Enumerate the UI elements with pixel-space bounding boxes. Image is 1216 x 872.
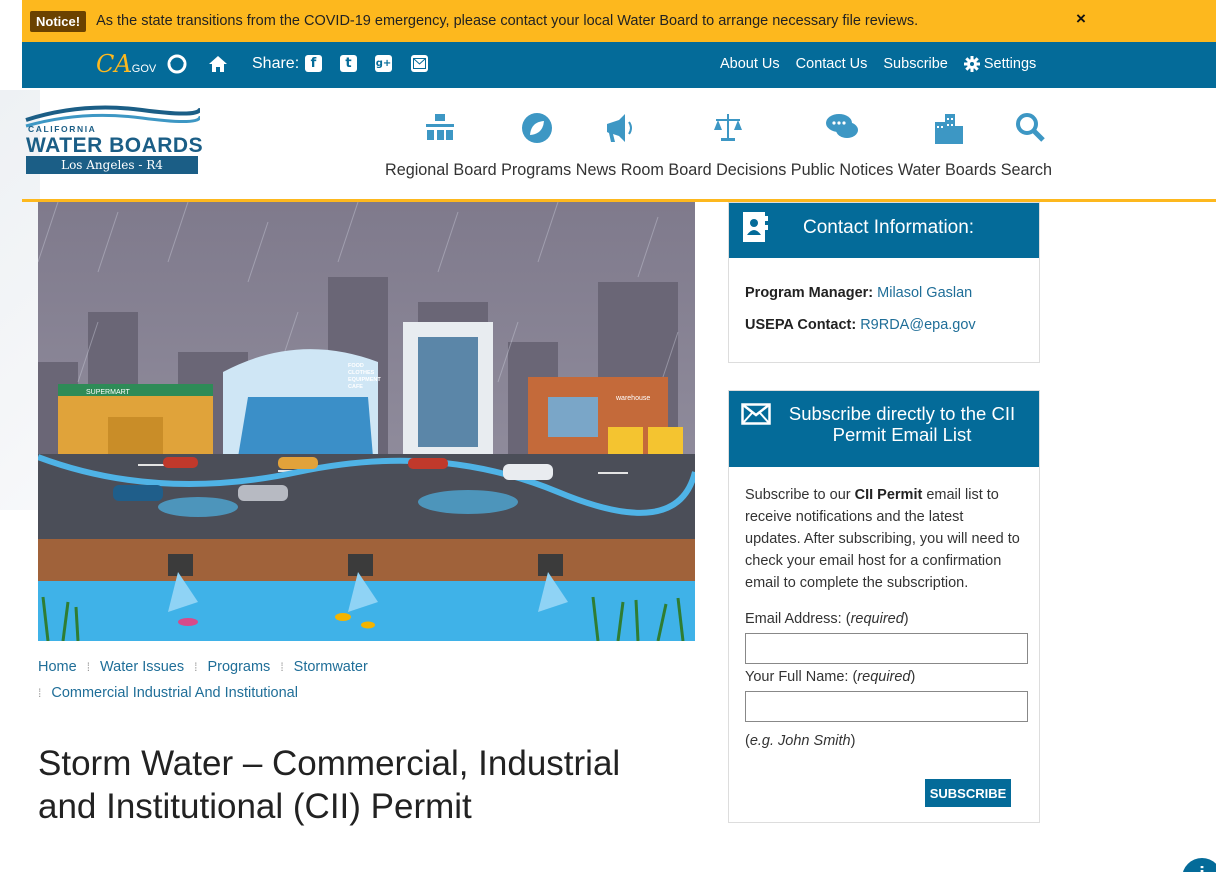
leaf-icon[interactable] — [517, 112, 557, 148]
org-chart-icon[interactable] — [420, 112, 460, 148]
ca-gov-logo[interactable]: CA.GOV — [96, 50, 156, 78]
contact-info-body: Program Manager: Milasol Gaslan USEPA Co… — [729, 255, 1039, 363]
name-example-hint: (e.g. John Smith) — [745, 733, 856, 749]
nav-news-room[interactable]: News Room — [576, 161, 664, 179]
program-manager-link[interactable]: Milasol Gaslan — [877, 285, 972, 301]
contact-info-title: Contact Information: — [803, 217, 975, 238]
search-icon[interactable] — [1010, 112, 1050, 148]
gear-icon — [963, 56, 980, 72]
full-name-input[interactable] — [745, 691, 1028, 722]
nav-regional-board[interactable]: Regional Board — [385, 161, 497, 179]
usepa-email-link[interactable]: R9RDA@epa.gov — [860, 317, 975, 333]
breadcrumb-separator: ⁞ — [86, 660, 91, 674]
nav-programs[interactable]: Programs — [501, 161, 571, 179]
stormwater-hero-illustration: SUPERMART FOOD CLOTHES EQUIPMENT CAFE wa… — [38, 202, 695, 641]
scales-icon[interactable] — [708, 112, 748, 148]
facebook-icon[interactable]: f — [305, 55, 322, 72]
program-manager-row: Program Manager: Milasol Gaslan — [745, 285, 973, 301]
share-label: Share: — [252, 55, 300, 72]
contact-us-link[interactable]: Contact Us — [796, 56, 868, 72]
subscribe-header: Subscribe directly to the CII Permit Ema… — [729, 391, 1039, 467]
page-title: Storm Water – Commercial, Industrial and… — [38, 744, 621, 826]
breadcrumb-separator: ⁞ — [38, 686, 42, 700]
contact-info-header: Contact Information: — [729, 203, 1039, 258]
notice-close-button[interactable]: × — [1076, 9, 1086, 29]
ca-gov-swirl-icon[interactable] — [167, 54, 187, 78]
hero-warehouse-sign: warehouse — [615, 395, 650, 402]
email-share-icon[interactable] — [411, 55, 428, 72]
breadcrumb-water-issues[interactable]: Water Issues — [100, 659, 184, 675]
contact-info-box: Contact Information: Program Manager: Mi… — [728, 202, 1040, 363]
nav-public-notices[interactable]: Public Notices — [791, 161, 894, 179]
email-input[interactable] — [745, 633, 1028, 664]
subscribe-body: Subscribe to our CII Permit email list t… — [729, 464, 1039, 752]
logo-title: WATER BOARDS — [26, 134, 204, 157]
breadcrumb: Home ⁞ Water Issues ⁞ Programs ⁞ Stormwater ⁞ C… — [38, 654, 498, 706]
notice-banner: Notice! As the state transitions from th… — [22, 0, 1216, 42]
settings-link[interactable]: Settings — [963, 56, 1036, 72]
hero-sign-equipment: EQUIPMENT — [348, 377, 381, 383]
megaphone-icon[interactable] — [600, 112, 640, 148]
nav-board-decisions[interactable]: Board Decisions — [668, 161, 786, 179]
subscribe-link[interactable]: Subscribe — [883, 56, 947, 72]
home-icon[interactable] — [208, 54, 228, 78]
hero-sign-clothes: CLOTHES — [348, 370, 375, 376]
breadcrumb-separator: ⁞ — [194, 660, 198, 674]
top-links: About Us Contact Us Subscribe Settings — [720, 56, 1036, 72]
full-name-label: Your Full Name: (required) — [745, 669, 916, 685]
notice-badge: Notice! — [30, 10, 87, 32]
subscribe-title: Subscribe directly to the CII Permit Ema… — [788, 403, 1016, 445]
buildings-icon[interactable] — [928, 112, 968, 148]
envelope-icon — [741, 403, 771, 430]
email-label: Email Address: (required) — [745, 611, 909, 627]
breadcrumb-home[interactable]: Home — [38, 659, 77, 675]
top-utility-bar: CA.GOV Share: f t g+ About Us Contact Us… — [22, 42, 1216, 88]
main-nav: Regional Board Programs News Room Board … — [385, 161, 1052, 180]
hero-sign-cafe: CAFE — [348, 384, 363, 390]
hero-supermart-sign: SUPERMART — [86, 389, 131, 396]
logo-region: Los Angeles - R4 — [26, 156, 198, 174]
breadcrumb-stormwater[interactable]: Stormwater — [294, 659, 368, 675]
subscribe-intro: Subscribe to our CII Permit email list t… — [745, 487, 1020, 591]
notice-text: As the state transitions from the COVID-… — [96, 13, 919, 29]
hero-sign-food: FOOD — [348, 363, 364, 369]
chat-bubbles-icon[interactable] — [822, 112, 862, 148]
twitter-icon[interactable]: t — [340, 55, 357, 72]
breadcrumb-programs[interactable]: Programs — [207, 659, 270, 675]
usepa-contact-row: USEPA Contact: R9RDA@epa.gov — [745, 317, 976, 333]
logo-california-text: CALIFORNIA — [28, 124, 97, 134]
nav-water-boards[interactable]: Water Boards — [898, 161, 996, 179]
accessibility-help-icon[interactable]: i — [1182, 858, 1216, 872]
breadcrumb-separator: ⁞ — [280, 660, 284, 674]
subscribe-button[interactable]: SUBSCRIBE — [925, 779, 1011, 807]
google-plus-icon[interactable]: g+ — [375, 55, 392, 72]
breadcrumb-cii[interactable]: Commercial Industrial And Institutional — [51, 685, 298, 701]
about-us-link[interactable]: About Us — [720, 56, 780, 72]
address-book-icon — [741, 211, 769, 248]
nav-search[interactable]: Search — [1001, 161, 1052, 179]
subscribe-box: Subscribe directly to the CII Permit Ema… — [728, 390, 1040, 823]
